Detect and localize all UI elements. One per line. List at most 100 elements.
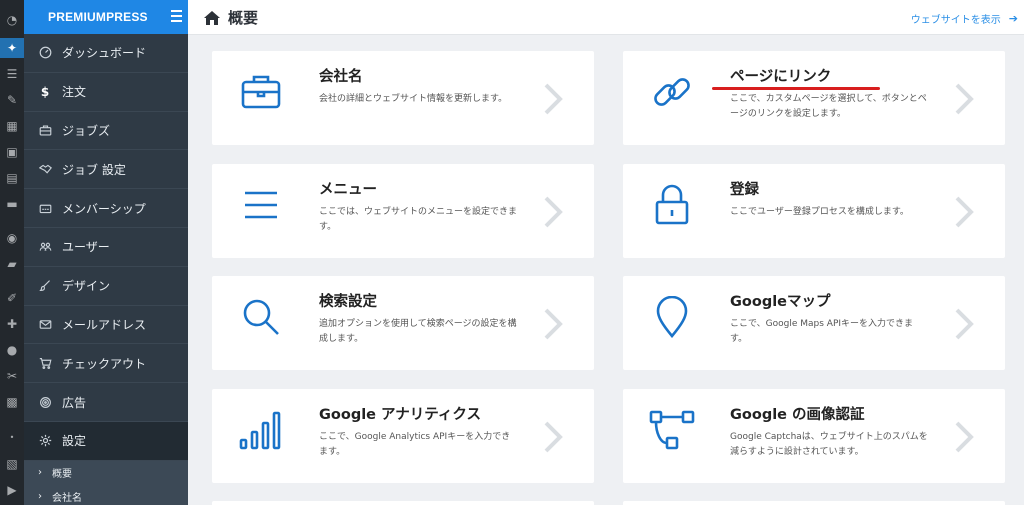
sidebar-item-label: ユーザー bbox=[62, 240, 110, 255]
card-description: ここで、Google Maps APIキーを入力できます。 bbox=[730, 319, 914, 344]
brand-name[interactable]: PREMIUMPRESS bbox=[48, 10, 148, 24]
card-company[interactable]: 会社名 会社の詳細とウェブサイト情報を更新します。 bbox=[212, 51, 594, 145]
handshake-icon bbox=[38, 163, 52, 176]
card-registration[interactable]: 登録 ここでユーザー登録プロセスを構成します。 bbox=[623, 164, 1005, 258]
sidebar-item-checkout[interactable]: チェックアウト bbox=[24, 344, 188, 384]
flow-icon bbox=[649, 407, 695, 453]
appearance-icon[interactable]: ✐ bbox=[4, 290, 20, 306]
card-title: 検索設定 bbox=[319, 294, 377, 310]
sidebar-item-dashboard[interactable]: ダッシュボード bbox=[24, 34, 188, 73]
briefcase-icon bbox=[238, 69, 284, 115]
translate-icon[interactable]: ▧ bbox=[4, 456, 20, 472]
home-icon bbox=[204, 10, 220, 25]
sidebar-item-label: ジョブズ bbox=[62, 123, 111, 138]
sidebar-item-ads[interactable]: 広告 bbox=[24, 383, 188, 422]
pages-icon[interactable]: ▤ bbox=[4, 170, 20, 186]
chevron-right-icon: › bbox=[38, 491, 42, 503]
tools-icon[interactable]: ✂ bbox=[4, 368, 20, 384]
plugin-sidebar: PREMIUMPRESS ダッシュボード $ 注文 ジョブズ ジョブ 設定 メン… bbox=[24, 0, 188, 505]
chevron-right-icon bbox=[544, 196, 563, 228]
card-description: 追加オプションを使用して検索ページの設定を構成します。 bbox=[319, 319, 517, 344]
sidebar-item-label: 広告 bbox=[62, 395, 87, 410]
card-partial[interactable] bbox=[623, 501, 1005, 505]
chevron-right-icon bbox=[955, 308, 974, 340]
chevron-right-icon bbox=[955, 196, 974, 228]
chevron-right-icon bbox=[955, 421, 974, 453]
membership-icon bbox=[38, 202, 52, 215]
card-description: ここで、Google Analytics APIキーを入力できます。 bbox=[319, 432, 511, 457]
elementor-icon[interactable]: ◉ bbox=[4, 230, 20, 246]
submenu-item-company[interactable]: › 会社名 bbox=[24, 485, 188, 505]
visit-website-label: ウェブサイトを表示 bbox=[910, 15, 1001, 26]
card-google-captcha[interactable]: Google の画像認証 Google Captchaは、ウェブサイト上のスパム… bbox=[623, 389, 1005, 483]
brand-header: PREMIUMPRESS bbox=[24, 0, 188, 34]
dollar-icon: $ bbox=[40, 84, 50, 99]
sidebar-item-users[interactable]: ユーザー bbox=[24, 228, 188, 267]
card-google-analytics[interactable]: Google アナリティクス ここで、Google Analytics APIキ… bbox=[212, 389, 594, 483]
settings-icon[interactable]: ▩ bbox=[4, 394, 20, 410]
briefcase-icon bbox=[38, 124, 52, 137]
card-title: メニュー bbox=[319, 182, 377, 198]
arrow-right-icon: ➔ bbox=[1008, 12, 1018, 25]
play-icon[interactable]: ▶ bbox=[4, 482, 20, 498]
page-title-text: 概要 bbox=[228, 9, 259, 27]
sidebar-item-design[interactable]: デザイン bbox=[24, 267, 188, 306]
card-title: Google アナリティクス bbox=[319, 407, 481, 423]
chevron-right-icon bbox=[544, 83, 563, 115]
comments-icon[interactable]: ▬ bbox=[4, 196, 20, 212]
dot-icon: • bbox=[9, 433, 15, 442]
wp-admin-sidebar: ◔ ✦ ☰ ✎ ▦ ▣ ▤ ▬ ◉ ▰ ✐ ✚ ● ✂ ▩ • ▧ ▶ bbox=[0, 0, 24, 505]
card-description: ここでユーザー登録プロセスを構成します。 bbox=[730, 207, 909, 217]
posts-icon[interactable]: ☰ bbox=[4, 66, 20, 82]
grid-icon[interactable]: ▦ bbox=[4, 118, 20, 134]
card-title: 登録 bbox=[730, 182, 759, 198]
hamburger-icon[interactable] bbox=[171, 10, 182, 22]
sidebar-item-jobs[interactable]: ジョブズ bbox=[24, 112, 188, 151]
signal-bars-icon bbox=[238, 407, 284, 453]
card-page-links[interactable]: ページにリンク ここで、カスタムページを選択して、ボタンとページのリンクを設定し… bbox=[623, 51, 1005, 145]
sidebar-item-label: ダッシュボード bbox=[62, 46, 147, 61]
visit-website-link[interactable]: ウェブサイトを表示 ➔ bbox=[911, 11, 1018, 26]
card-description: ここでは、ウェブサイトのメニューを設定できます。 bbox=[319, 207, 518, 232]
chevron-right-icon bbox=[544, 308, 563, 340]
sidebar-item-email[interactable]: メールアドレス bbox=[24, 306, 188, 345]
submenu-item-label: 会社名 bbox=[52, 493, 82, 505]
card-menu[interactable]: メニュー ここでは、ウェブサイトのメニューを設定できます。 bbox=[212, 164, 594, 258]
settings-submenu: › 概要 › 会社名 bbox=[24, 460, 188, 505]
card-partial[interactable] bbox=[212, 501, 594, 505]
sidebar-item-membership[interactable]: メンバーシップ bbox=[24, 189, 188, 228]
sidebar-item-label: チェックアウト bbox=[62, 356, 147, 371]
users-icon[interactable]: ● bbox=[4, 342, 20, 358]
card-description: 会社の詳細とウェブサイト情報を更新します。 bbox=[319, 94, 508, 104]
dashboard-icon[interactable]: ◔ bbox=[4, 12, 20, 28]
sidebar-item-orders[interactable]: $ 注文 bbox=[24, 73, 188, 112]
users-icon bbox=[38, 240, 52, 253]
envelope-icon bbox=[38, 318, 52, 331]
page-title: 概要 bbox=[204, 7, 258, 28]
card-title: Google の画像認証 bbox=[730, 407, 865, 423]
gear-icon bbox=[38, 434, 52, 447]
target-icon bbox=[38, 396, 52, 409]
card-google-maps[interactable]: Googleマップ ここで、Google Maps APIキーを入力できます。 bbox=[623, 276, 1005, 370]
card-title: Googleマップ bbox=[730, 294, 831, 310]
media-icon[interactable]: ▣ bbox=[4, 144, 20, 160]
sidebar-item-job-settings[interactable]: ジョブ 設定 bbox=[24, 150, 188, 190]
map-pin-icon bbox=[649, 294, 695, 340]
chevron-right-icon: › bbox=[38, 467, 42, 479]
top-bar: 概要 ウェブサイトを表示 ➔ bbox=[188, 0, 1024, 35]
lock-icon bbox=[649, 182, 695, 228]
chevron-right-icon bbox=[544, 421, 563, 453]
submenu-item-overview[interactable]: › 概要 bbox=[24, 461, 188, 485]
folder-icon[interactable]: ▰ bbox=[4, 256, 20, 272]
sidebar-item-label: メールアドレス bbox=[62, 317, 147, 332]
pin-icon[interactable]: ✎ bbox=[4, 92, 20, 108]
sidebar-item-settings[interactable]: 設定 bbox=[24, 421, 188, 461]
menu-icon bbox=[238, 182, 284, 228]
card-title: ページにリンク bbox=[730, 69, 832, 85]
chevron-right-icon bbox=[955, 83, 974, 115]
sidebar-item-label: デザイン bbox=[62, 279, 111, 294]
card-description: ここで、カスタムページを選択して、ボタンとページのリンクを設定します。 bbox=[730, 94, 927, 119]
plugin-nav-icon[interactable]: ✦ bbox=[0, 38, 24, 58]
card-search-settings[interactable]: 検索設定 追加オプションを使用して検索ページの設定を構成します。 bbox=[212, 276, 594, 370]
plugins-icon[interactable]: ✚ bbox=[4, 316, 20, 332]
